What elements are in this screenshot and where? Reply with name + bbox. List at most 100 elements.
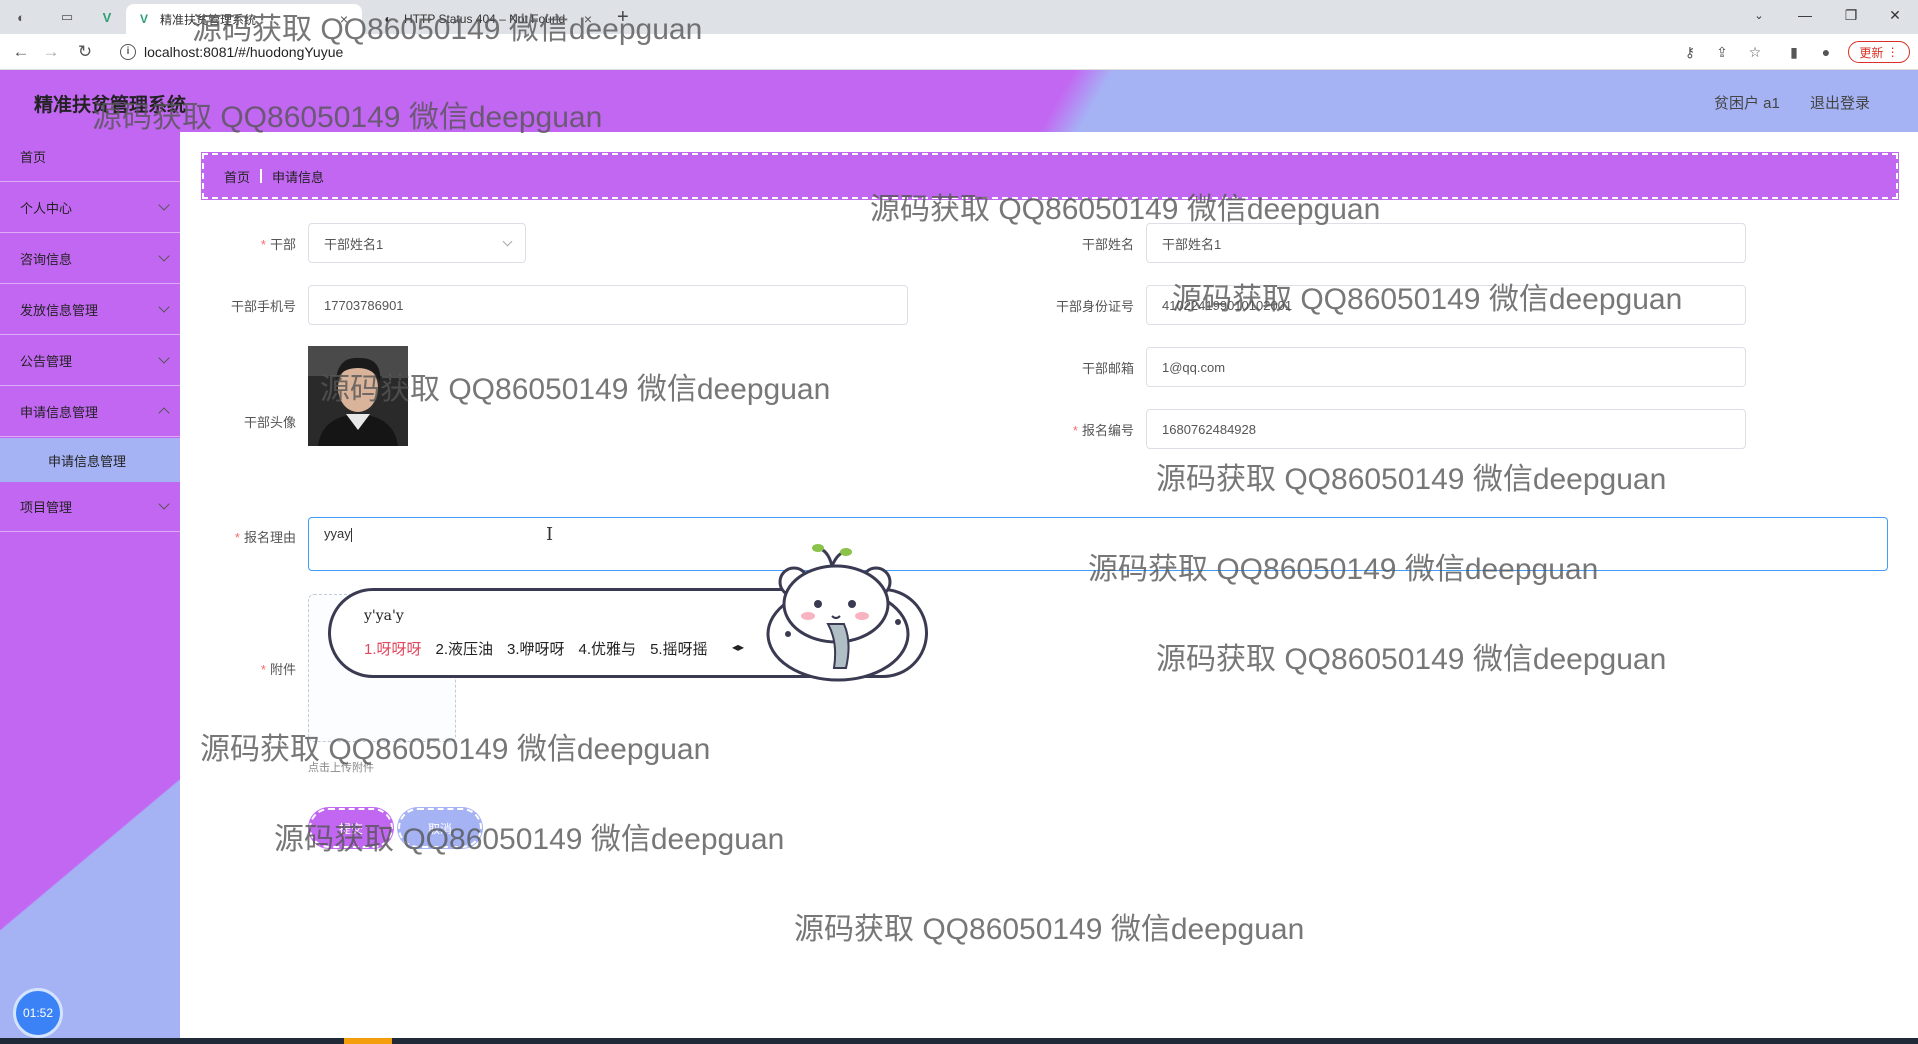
sidebar-item-personal-center[interactable]: 个人中心: [0, 183, 180, 233]
cadre-avatar-image: [308, 346, 408, 446]
breadcrumb: 首页 申请信息: [202, 153, 1898, 199]
ime-candidate[interactable]: 1.呀呀呀: [364, 638, 422, 659]
reg-number-label: * 报名编号: [1000, 420, 1134, 439]
forward-icon[interactable]: →: [40, 41, 62, 63]
ime-candidate-popup: y'ya'y 1.呀呀呀 2.液压油 3.咿呀呀 4.优雅与 5.摇呀摇 ◂▸: [328, 544, 928, 682]
tab-404[interactable]: ◐ HTTP Status 404 – Not Found ×: [370, 4, 606, 34]
key-icon[interactable]: ⚷: [1680, 42, 1700, 62]
reload-icon[interactable]: ↻: [74, 41, 96, 63]
sidebar-item-home[interactable]: 首页: [0, 132, 180, 182]
ime-candidate[interactable]: 2.液压油: [436, 638, 494, 659]
cancel-button[interactable]: 取消: [398, 808, 482, 848]
phone-field[interactable]: 17703786901: [308, 285, 908, 325]
sidebar-item-label: 首页: [20, 150, 47, 165]
watermark-text: 源码获取 QQ86050149 微信deepguan: [1156, 643, 1667, 676]
app-header: 精准扶贫管理系统 贫困户 a1 退出登录: [0, 70, 1918, 132]
cadre-name-value: 干部姓名1: [1162, 236, 1222, 252]
sidebar-item-label: 项目管理: [20, 500, 73, 515]
ime-candidate[interactable]: 3.咿呀呀: [507, 638, 565, 659]
tab-title: 精准扶贫管理系统: [160, 12, 257, 27]
sidebar-subitem-application-manage[interactable]: 申请信息管理: [0, 438, 180, 482]
tab-active[interactable]: V 精准扶贫管理系统 ×: [126, 4, 362, 34]
tab-search-icon[interactable]: ⌄: [1736, 0, 1782, 30]
ime-bear-mascot-icon: [766, 544, 910, 682]
ime-candidate[interactable]: 5.摇呀摇: [650, 638, 708, 659]
star-icon[interactable]: ☆: [1745, 42, 1765, 62]
current-user: 贫困户 a1: [1714, 95, 1780, 112]
taskbar-strip: [0, 1038, 1918, 1044]
sidebar-item-consult[interactable]: 咨询信息: [0, 234, 180, 284]
cadre-name-field[interactable]: 干部姓名1: [1146, 223, 1746, 263]
globe-favicon-icon: ◐: [384, 12, 392, 26]
logout-link[interactable]: 退出登录: [1810, 92, 1870, 113]
ime-page-arrows-icon[interactable]: ◂▸: [732, 640, 744, 654]
vue-pinned-tab-icon[interactable]: V: [96, 6, 118, 28]
taskbar-highlight: [344, 1038, 392, 1044]
required-mark: *: [260, 237, 266, 252]
minimize-icon[interactable]: —: [1782, 0, 1828, 30]
sidebar-item-distribution[interactable]: 发放信息管理: [0, 285, 180, 335]
chevron-down-icon: [158, 199, 170, 211]
text-caret: [350, 527, 352, 542]
clock-badge[interactable]: 01:52: [13, 988, 63, 1038]
new-tab-button[interactable]: +: [617, 6, 629, 29]
sidebar-item-label: 发放信息管理: [20, 303, 99, 318]
restore-icon[interactable]: ❐: [1828, 0, 1874, 30]
close-window-icon[interactable]: ✕: [1872, 0, 1918, 30]
update-label: 更新: [1859, 45, 1884, 60]
email-value: 1@qq.com: [1162, 359, 1226, 375]
reg-number-value: 1680762484928: [1162, 421, 1256, 437]
sidebar-item-label: 申请信息管理: [20, 405, 99, 420]
reason-value: yyay: [324, 526, 351, 541]
reg-number-field[interactable]: 1680762484928: [1146, 409, 1746, 449]
required-mark: *: [234, 530, 240, 545]
cadre-label-text: 干部: [269, 237, 296, 252]
omnibox[interactable]: i localhost:8081/#/huodongYuyue: [108, 39, 1680, 65]
chevron-down-icon: [158, 498, 170, 510]
watermark-text: 源码获取 QQ86050149 微信deepguan: [1156, 463, 1667, 496]
required-mark: *: [1072, 423, 1078, 438]
back-icon[interactable]: ←: [10, 41, 32, 63]
email-field[interactable]: 1@qq.com: [1146, 347, 1746, 387]
sidebar-item-label: 咨询信息: [20, 252, 73, 267]
update-button[interactable]: 更新 ⋮: [1848, 41, 1910, 63]
reason-textarea[interactable]: yyay: [308, 517, 1888, 571]
reason-label: * 报名理由: [200, 527, 296, 546]
breadcrumb-separator: [260, 169, 263, 183]
attachment-label-text: 附件: [269, 662, 296, 677]
sidebar-item-notice[interactable]: 公告管理: [0, 336, 180, 386]
pinned-tab-blank-icon[interactable]: ▭: [56, 6, 78, 28]
sidebar-subitem-label: 申请信息管理: [48, 453, 127, 469]
profile-icon[interactable]: ●: [1816, 42, 1836, 62]
cadre-name-label: 干部姓名: [1081, 237, 1134, 252]
chevron-down-icon: [502, 236, 513, 247]
url-text[interactable]: localhost:8081/#/huodongYuyue: [144, 44, 343, 60]
chevron-down-icon: [158, 250, 170, 262]
tab-close-icon[interactable]: ×: [580, 11, 596, 27]
id-number-field[interactable]: 410224199010102001: [1146, 285, 1746, 325]
share-icon[interactable]: ⇪: [1712, 42, 1732, 62]
ime-candidate[interactable]: 4.优雅与: [579, 638, 637, 659]
cadre-select-value: 干部姓名1: [324, 236, 384, 252]
sidebar: 首页 个人中心 咨询信息 发放信息管理 公告管理 申请信息管理 申请信息管理 项…: [0, 132, 180, 1044]
browser-tab-bar: ◐ ▭ V V 精准扶贫管理系统 × ◐ HTTP Status 404 – N…: [0, 0, 1918, 34]
tab-close-icon[interactable]: ×: [336, 11, 352, 27]
breadcrumb-current: 申请信息: [272, 169, 325, 185]
site-info-icon[interactable]: i: [120, 44, 136, 60]
upload-tip: 点击上传附件: [308, 762, 374, 774]
reason-label-text: 报名理由: [243, 530, 296, 545]
attachment-label: * 附件: [200, 659, 296, 678]
cadre-label: * 干部: [200, 234, 296, 253]
side-panel-icon[interactable]: ▮: [1784, 42, 1804, 62]
sidebar-item-label: 个人中心: [20, 201, 73, 216]
id-number-value: 410224199010102001: [1162, 297, 1293, 313]
submit-button[interactable]: 提交: [309, 808, 393, 848]
sidebar-item-project[interactable]: 项目管理: [0, 482, 180, 532]
pinned-tab-icon[interactable]: ◐: [10, 6, 32, 28]
sidebar-item-application[interactable]: 申请信息管理: [0, 387, 180, 437]
sidebar-item-label: 公告管理: [20, 354, 73, 369]
cadre-select[interactable]: 干部姓名1: [308, 223, 526, 263]
breadcrumb-home[interactable]: 首页: [224, 167, 250, 186]
avatar-label: 干部头像: [243, 415, 296, 430]
required-mark: *: [260, 662, 266, 677]
